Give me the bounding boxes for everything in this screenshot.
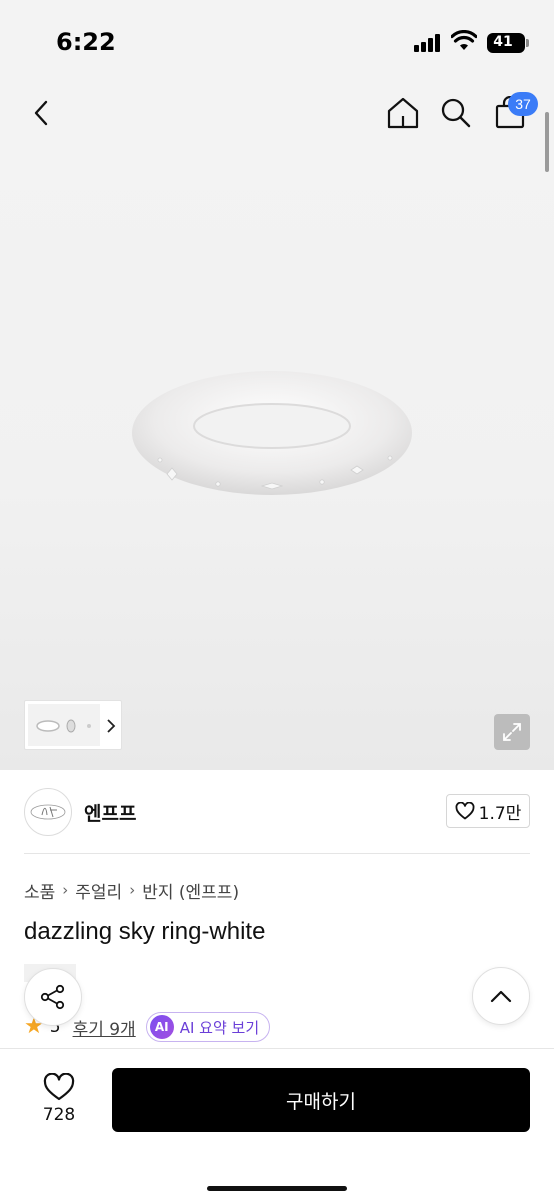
ai-summary-label: AI 요약 보기 [179,1018,260,1037]
chevron-up-icon [490,990,512,1003]
chevron-right-icon [107,719,116,733]
wishlist-count: 728 [42,1105,76,1125]
cart-count-badge: 37 [508,92,538,116]
battery-level: 41 [493,34,513,50]
home-indicator [207,1186,347,1191]
scroll-to-top-button[interactable] [472,967,530,1025]
product-image-gallery[interactable] [0,146,554,770]
breadcrumb: 소품 › 주얼리 › 반지 (엔프프) [24,878,239,903]
wifi-icon [451,30,477,50]
search-button[interactable] [432,80,480,146]
shop-logo-mark [30,804,66,820]
shop-like-button[interactable]: 1.7만 [446,794,530,828]
home-icon [387,97,419,129]
bottom-action-bar: 728 구매하기 [0,1048,554,1200]
battery-cap [526,39,529,47]
wishlist-button[interactable]: 728 [30,1071,88,1131]
chevron-right-icon: › [62,881,69,899]
ai-badge-icon: AI [149,1015,174,1039]
chevron-left-icon [34,100,48,126]
buy-button[interactable]: 구매하기 [112,1068,530,1132]
expand-icon [503,723,521,741]
reviews-link[interactable]: 후기 9개 [73,1015,136,1040]
gallery-thumbnail[interactable] [28,704,100,746]
battery-icon: 41 [487,33,525,53]
breadcrumb-item[interactable]: 소품 [24,878,55,903]
heart-icon [455,802,475,820]
gallery-thumbnail-strip[interactable] [24,700,122,750]
breadcrumb-item[interactable]: 반지 (엔프프) [142,878,239,903]
shop-logo[interactable] [24,788,72,836]
status-time: 6:22 [56,28,116,56]
divider [24,853,530,854]
chevron-right-icon: › [129,881,136,899]
cellular-signal-icon [414,34,442,52]
top-nav [0,80,554,146]
thumbnail-ring-image [36,719,91,733]
shop-name[interactable]: 엔프프 [84,799,136,826]
product-title: dazzling sky ring-white [24,918,266,945]
share-icon [40,984,65,1010]
search-icon [441,98,471,128]
back-button[interactable] [18,80,66,146]
shop-like-count: 1.7만 [478,803,522,824]
shop-row: 엔프프 1.7만 [24,786,530,838]
home-button[interactable] [379,80,427,146]
expand-image-button[interactable] [494,714,530,750]
share-button[interactable] [24,968,82,1026]
status-bar: 6:22 41 [0,0,554,80]
ai-summary-button[interactable]: AI AI 요약 보기 [145,1012,271,1042]
heart-icon [43,1073,75,1101]
scroll-indicator [545,112,549,172]
product-image-ring [132,371,412,495]
breadcrumb-item[interactable]: 주얼리 [75,878,122,903]
